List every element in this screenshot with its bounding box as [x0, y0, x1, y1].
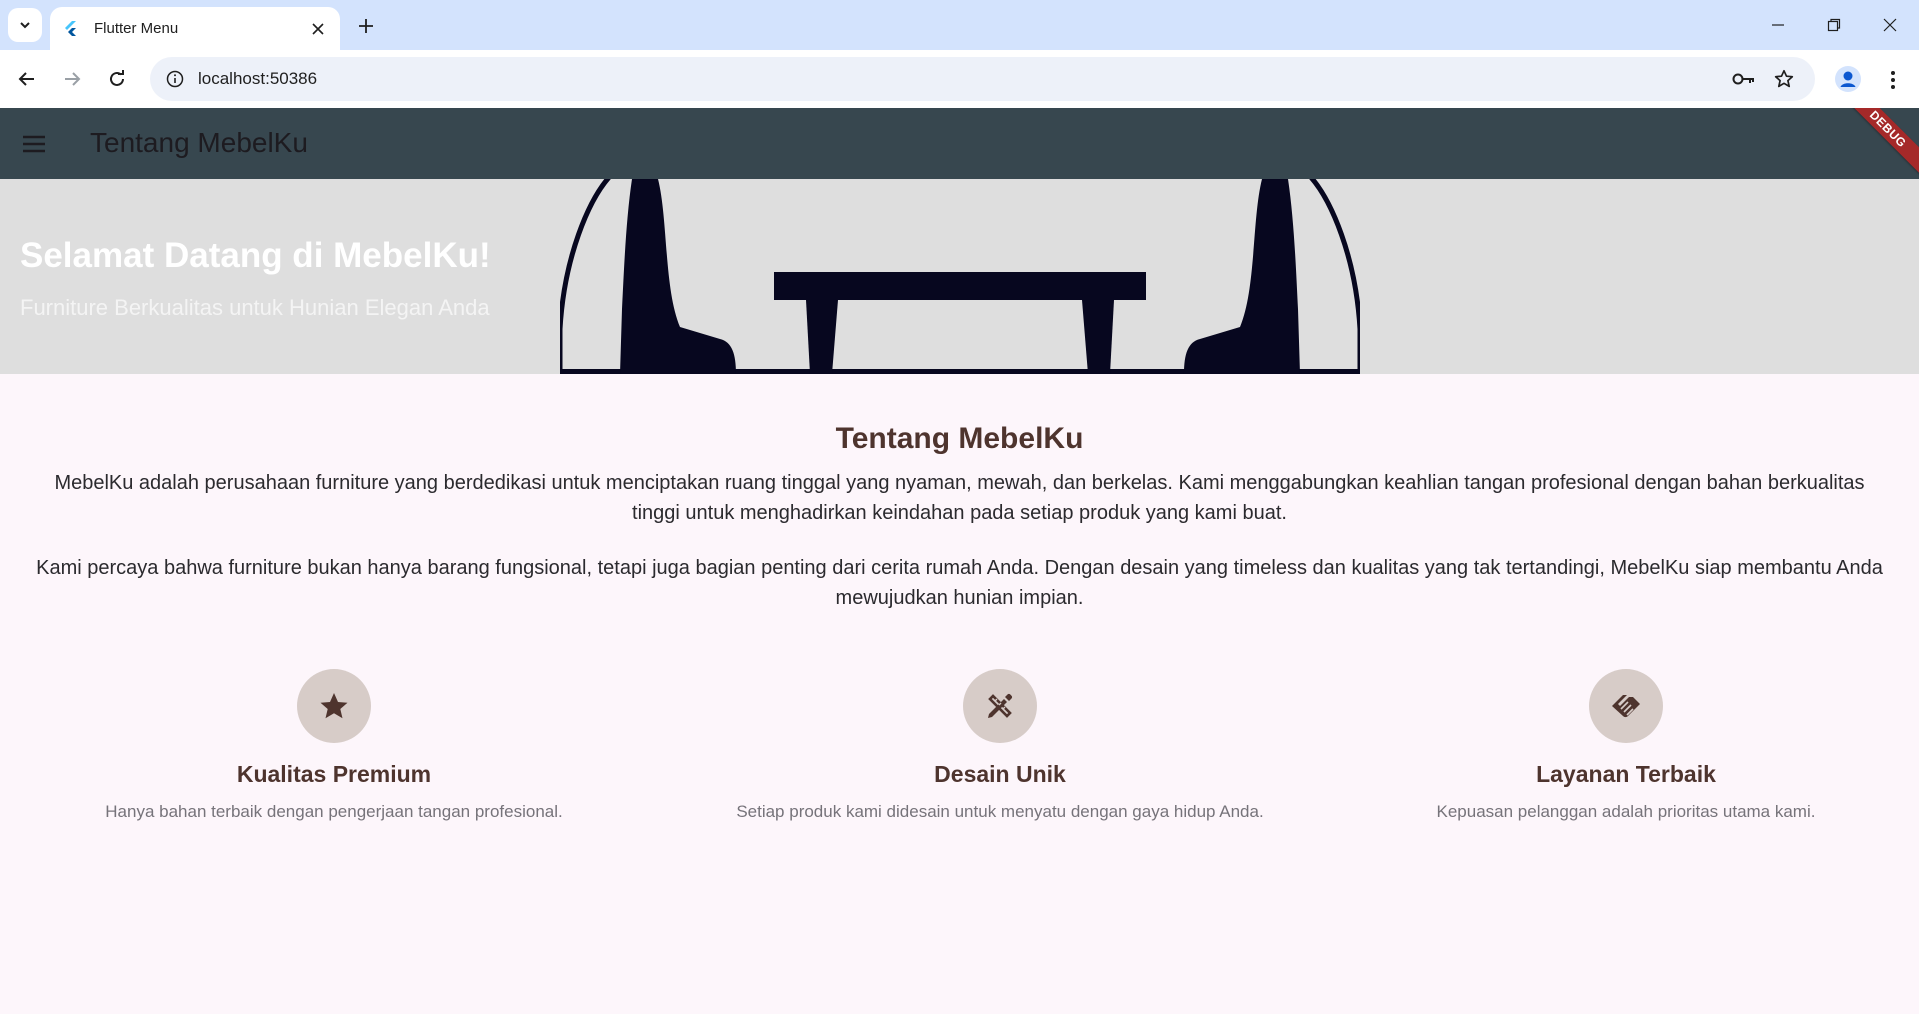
minimize-button[interactable]	[1758, 8, 1798, 42]
feature-icon-circle	[963, 669, 1037, 743]
feature-desain-unik: Desain Unik Setiap produk kami didesain …	[700, 669, 1300, 822]
plus-icon	[359, 19, 373, 33]
feature-layanan-terbaik: Layanan Terbaik Kepuasan pelanggan adala…	[1326, 669, 1919, 822]
feature-description: Setiap produk kami didesain untuk menyat…	[736, 802, 1264, 821]
hero-banner: Selamat Datang di MebelKu! Furniture Ber…	[0, 179, 1919, 374]
arrow-left-icon	[18, 72, 34, 86]
feature-description: Hanya bahan terbaik dengan pengerjaan ta…	[105, 802, 563, 821]
bookmark-star-icon[interactable]	[1767, 62, 1801, 96]
feature-icon-circle	[297, 669, 371, 743]
new-tab-button[interactable]	[352, 12, 380, 40]
password-key-icon[interactable]	[1727, 62, 1761, 96]
about-paragraph-2: Kami percaya bahwa furniture bukan hanya…	[36, 557, 1883, 609]
arrow-right-icon	[65, 72, 81, 86]
tab-close-icon[interactable]	[308, 19, 328, 39]
restore-button[interactable]	[1814, 8, 1854, 42]
reload-icon	[110, 70, 124, 86]
tab-title: Flutter Menu	[94, 20, 179, 37]
feature-description: Kepuasan pelanggan adalah prioritas utam…	[1436, 802, 1816, 821]
hamburger-menu-button[interactable]	[14, 124, 54, 164]
browser-menu-icon[interactable]	[1876, 63, 1910, 97]
close-icon	[1883, 18, 1897, 32]
site-info-icon[interactable]	[164, 68, 186, 90]
flutter-logo-icon	[65, 20, 76, 36]
browser-tab-strip: Flutter Menu	[0, 0, 1919, 50]
dining-table-illustration	[560, 179, 1360, 374]
feature-title: Kualitas Premium	[236, 761, 432, 787]
feature-title: Layanan Terbaik	[1536, 761, 1716, 787]
feature-title: Desain Unik	[934, 761, 1066, 787]
browser-toolbar: localhost:50386	[0, 50, 1919, 108]
about-heading: Tentang MebelKu	[835, 422, 1084, 455]
chevron-down-icon	[20, 22, 30, 29]
forward-button[interactable]	[55, 62, 89, 96]
restore-icon	[1827, 18, 1841, 32]
reload-button[interactable]	[100, 62, 134, 96]
close-window-button[interactable]	[1870, 8, 1910, 42]
back-button[interactable]	[10, 62, 44, 96]
debug-banner: DEBUG	[1835, 108, 1919, 179]
minimize-icon	[1772, 24, 1784, 26]
about-section: Tentang MebelKu MebelKu adalah perusahaa…	[0, 374, 1919, 613]
url-text: localhost:50386	[198, 69, 318, 88]
browser-tab[interactable]: Flutter Menu	[50, 7, 340, 50]
app-bar: Tentang MebelKu DEBUG	[0, 108, 1919, 179]
tab-search-button[interactable]	[8, 8, 42, 42]
app-title: Tentang MebelKu	[90, 127, 308, 158]
handshake-icon	[1612, 695, 1640, 718]
menu-icon	[23, 135, 45, 153]
profile-avatar-icon[interactable]	[1832, 63, 1864, 95]
feature-icon-circle	[1589, 669, 1663, 743]
feature-kualitas-premium: Kualitas Premium Hanya bahan terbaik den…	[34, 669, 634, 822]
hero-subtitle: Furniture Berkualitas untuk Hunian Elega…	[20, 295, 490, 320]
design-services-icon	[988, 693, 1013, 718]
address-bar[interactable]: localhost:50386	[150, 57, 1815, 101]
hero-title: Selamat Datang di MebelKu!	[20, 236, 491, 275]
star-icon	[320, 693, 348, 719]
about-paragraph-1: MebelKu adalah perusahaan furniture yang…	[54, 472, 1865, 524]
features-row: Kualitas Premium Hanya bahan terbaik den…	[0, 669, 1919, 829]
